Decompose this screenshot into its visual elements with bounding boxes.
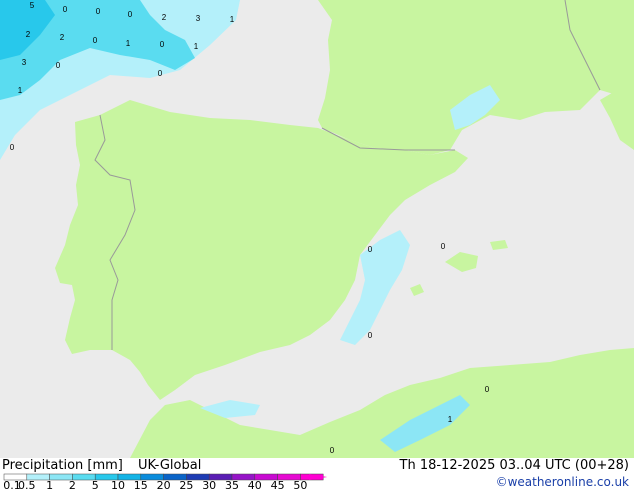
- precip-label: 0: [96, 7, 101, 16]
- legend-tick-label: 0.5: [18, 479, 36, 492]
- precipitation-map: 5 0 0 0 2 3 1 2 2 0 1 0 1 3 0 0 1 0 0 0 …: [0, 0, 634, 458]
- legend-tick-label: 20: [156, 479, 171, 492]
- legend-tick-label: 50: [293, 479, 308, 492]
- precip-label: 0: [63, 5, 68, 14]
- legend-tick-label: 15: [133, 479, 148, 492]
- precip-label: 5: [30, 1, 35, 10]
- precip-label: 3: [22, 58, 27, 67]
- precip-label: 1: [230, 15, 235, 24]
- precip-label: 1: [448, 415, 453, 424]
- legend-tick-label: 10: [111, 479, 125, 492]
- precip-label: 0: [160, 40, 165, 49]
- precip-label: 0: [485, 385, 490, 394]
- precip-label: 0: [93, 36, 98, 45]
- precip-label: 3: [196, 14, 201, 23]
- model-name: UK-Global: [138, 458, 202, 473]
- legend-tick-label: 45: [270, 479, 285, 492]
- precip-label: 1: [126, 39, 131, 48]
- legend-tick-label: 35: [225, 479, 239, 492]
- precip-label: 2: [60, 33, 65, 42]
- precip-label: 0: [10, 143, 15, 152]
- precip-label: 1: [18, 86, 23, 95]
- legend-tick-label: 40: [247, 479, 262, 492]
- legend-tick-label: 25: [179, 479, 194, 492]
- legend-tick-label: 5: [91, 479, 99, 492]
- legend-tick-label: 30: [202, 479, 217, 492]
- valid-time: Th 18-12-2025 03..04 UTC (00+28): [399, 458, 630, 473]
- precip-label: 0: [158, 69, 163, 78]
- credit-link[interactable]: ©weatheronline.co.uk: [496, 475, 629, 489]
- precip-label: 0: [56, 61, 61, 70]
- map-title: Precipitation [mm]: [2, 458, 123, 473]
- precip-label: 0: [128, 10, 133, 19]
- precip-label: 0: [330, 446, 335, 455]
- precip-label: 0: [368, 245, 373, 254]
- precip-label: 1: [194, 42, 199, 51]
- legend-tick-label: 1: [46, 479, 54, 492]
- precip-label: 0: [441, 242, 446, 251]
- precip-label: 2: [26, 30, 31, 39]
- precip-label: 2: [162, 13, 167, 22]
- precip-label: 0: [368, 331, 373, 340]
- legend-tick-label: 2: [68, 479, 76, 492]
